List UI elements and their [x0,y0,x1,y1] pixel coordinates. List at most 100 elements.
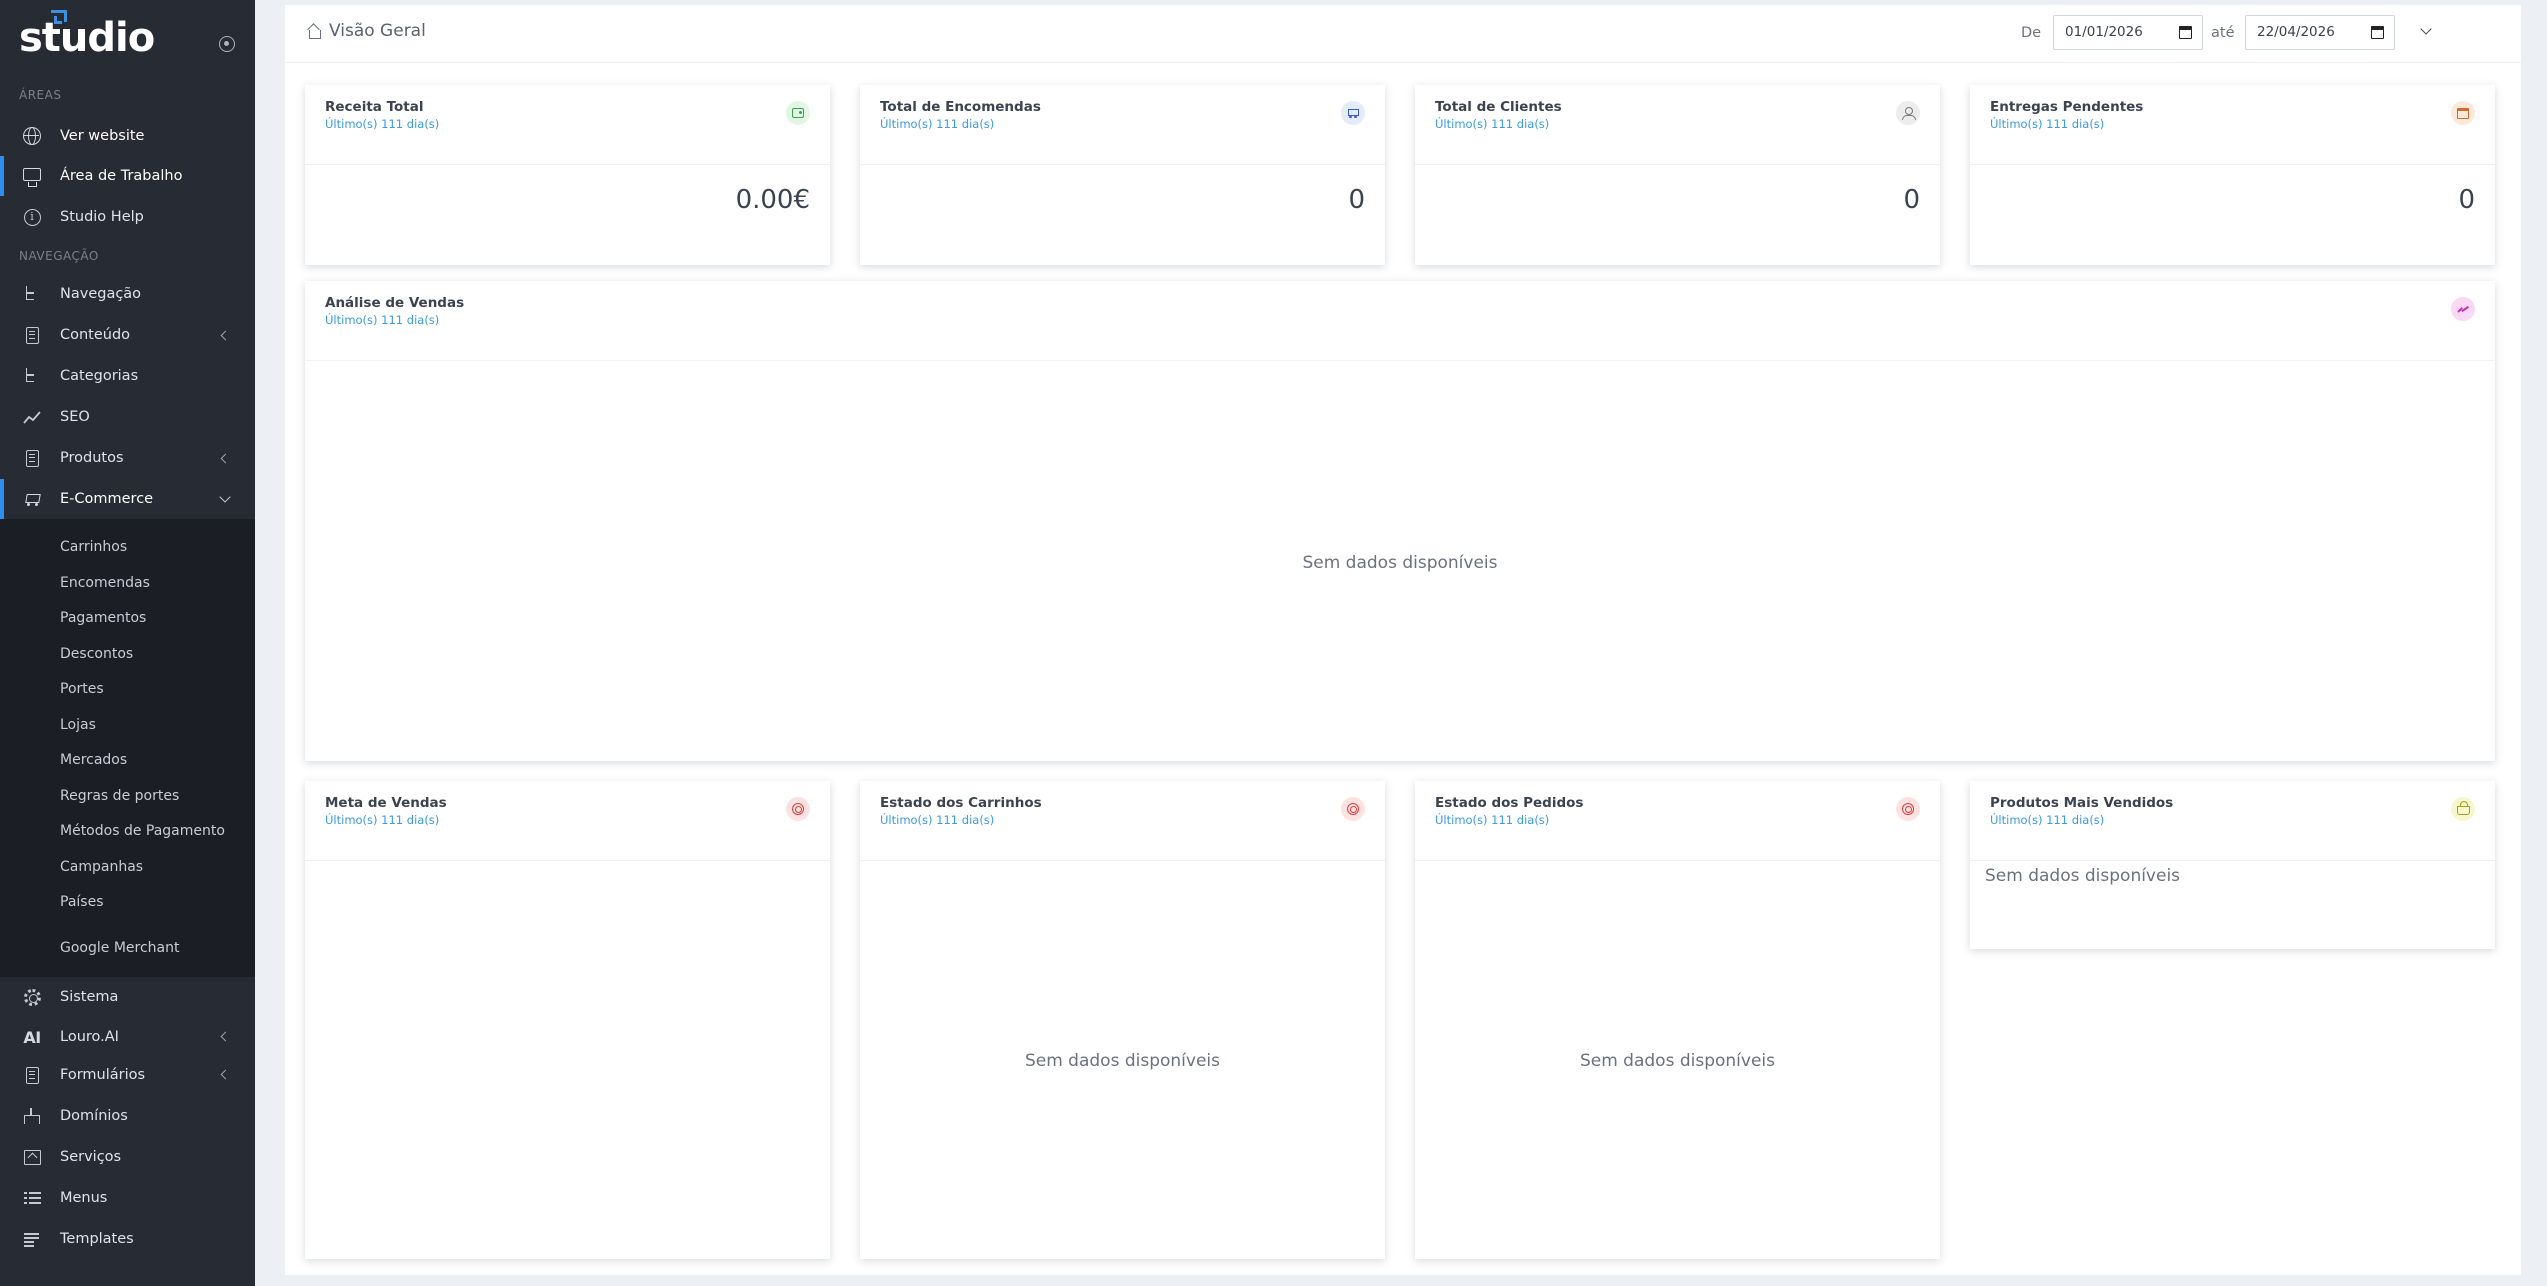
card-value: 0 [1348,185,1365,215]
stat-card-receita-total: Receita Total Último(s) 111 dia(s) 0.00€ [305,85,830,265]
card-period: Último(s) 111 dia(s) [325,813,440,827]
card-period: Último(s) 111 dia(s) [1435,813,1550,827]
document-icon [25,1066,39,1084]
studio-logo[interactable]: studio [19,8,159,64]
submenu-item-portes[interactable]: Portes [60,681,104,697]
card-period: Último(s) 111 dia(s) [880,813,995,827]
submenu-item-lojas[interactable]: Lojas [60,717,96,733]
stat-card-total-clientes: Total de Clientes Último(s) 111 dia(s) 0 [1415,85,1940,265]
card-period: Último(s) 111 dia(s) [1990,813,2105,827]
calendar-icon[interactable] [2179,26,2192,39]
tree-icon [24,368,40,384]
sidebar-item-label: Conteúdo [60,327,131,343]
sidebar-toggle-icon[interactable] [219,36,235,52]
submenu-item-descontos[interactable]: Descontos [60,646,133,662]
sidebar-item-servicos[interactable]: Serviços [0,1137,255,1177]
sidebar-item-templates[interactable]: Templates [0,1219,255,1259]
cart-icon [1341,101,1365,125]
card-title: Total de Clientes [1435,99,1562,115]
section-label-areas: ÁREAS [19,88,62,102]
sidebar-item-label: Formulários [60,1067,146,1083]
sidebar-item-dominios[interactable]: Domínios [0,1096,255,1136]
card-analise-vendas: Análise de Vendas Último(s) 111 dia(s) S… [305,281,2495,761]
submenu-item-pagamentos[interactable]: Pagamentos [60,610,146,626]
ai-icon: AI [23,1027,41,1047]
submenu-item-encomendas[interactable]: Encomendas [60,575,150,591]
sidebar-item-menus[interactable]: Menus [0,1178,255,1218]
page-title: Visão Geral [329,21,426,41]
card-title: Estado dos Pedidos [1435,795,1584,811]
sidebar-item-label: E-Commerce [60,491,154,507]
empty-state: Sem dados disponíveis [1024,1051,1221,1071]
sidebar-item-label: Serviços [60,1149,122,1165]
submenu-item-regras-de-portes[interactable]: Regras de portes [60,788,179,804]
to-date-label: até [2211,25,2235,41]
sidebar-item-formularios[interactable]: Formulários [0,1055,255,1095]
trend-icon [23,411,41,424]
submenu-item-mercados[interactable]: Mercados [60,752,127,768]
card-period: Último(s) 111 dia(s) [1435,117,1550,131]
empty-state: Sem dados disponíveis [1579,1051,1776,1071]
submenu-item-google-merchant[interactable]: Google Merchant [60,940,179,956]
empty-state: Sem dados disponíveis [1302,553,1498,573]
info-icon: i [23,208,41,226]
home-icon[interactable] [307,25,321,39]
card-value: 0 [2458,185,2475,215]
card-title: Meta de Vendas [325,795,447,811]
sidebar-item-produtos[interactable]: Produtos [0,438,255,478]
chevron-left-icon [219,453,229,463]
sidebar-item-label: Louro.AI [60,1029,119,1045]
chevron-down-icon[interactable] [2421,26,2431,36]
stat-card-total-encomendas: Total de Encomendas Último(s) 111 dia(s)… [860,85,1385,265]
service-icon [23,1149,41,1165]
card-estado-carrinhos: Estado dos Carrinhos Último(s) 111 dia(s… [860,781,1385,1259]
card-title: Entregas Pendentes [1990,99,2144,115]
sidebar-item-ver-website[interactable]: Ver website [0,116,255,156]
calendar-icon[interactable] [2371,26,2384,39]
sidebar-item-label: Ver website [60,128,145,144]
card-title: Análise de Vendas [325,295,465,311]
sidebar-item-label: Templates [60,1231,134,1247]
sidebar-item-ecommerce[interactable]: E-Commerce [0,479,255,519]
submenu-item-carrinhos[interactable]: Carrinhos [60,539,127,555]
submenu-item-metodos-de-pagamento[interactable]: Métodos de Pagamento [60,823,225,839]
sidebar-item-louro-ai[interactable]: AI Louro.AI [0,1017,255,1057]
card-produtos-mais-vendidos: Produtos Mais Vendidos Último(s) 111 dia… [1970,781,2495,949]
stat-card-entregas-pendentes: Entregas Pendentes Último(s) 111 dia(s) … [1970,85,2495,265]
topbar: Visão Geral De 01/01/2026 até 22/04/2026 [285,5,2521,63]
sidebar-item-conteudo[interactable]: Conteúdo [0,315,255,355]
align-left-icon [24,1232,40,1246]
card-period: Último(s) 111 dia(s) [325,313,440,327]
trend-icon [2451,297,2475,321]
sidebar-item-label: Menus [60,1190,108,1206]
chevron-left-icon [219,330,229,340]
submenu-item-paises[interactable]: Países [60,894,103,910]
card-period: Último(s) 111 dia(s) [325,117,440,131]
globe-icon [23,127,41,145]
sidebar-item-label: Domínios [60,1108,128,1124]
card-title: Produtos Mais Vendidos [1990,795,2174,811]
chevron-down-icon [219,493,229,503]
sidebar-item-label: Navegação [60,286,142,302]
section-label-navegacao: NAVEGAÇÃO [19,249,99,263]
sidebar-item-seo[interactable]: SEO [0,397,255,437]
to-date-input[interactable]: 22/04/2026 [2245,15,2395,50]
from-date-value: 01/01/2026 [2065,24,2143,40]
sidebar-item-navegacao[interactable]: Navegação [0,274,255,314]
document-icon [25,326,39,344]
cart-icon [23,491,41,507]
sidebar-item-label: Sistema [60,989,119,1005]
target-icon [786,797,810,821]
card-value: 0 [1903,185,1920,215]
from-date-input[interactable]: 01/01/2026 [2053,15,2203,50]
sidebar-item-categorias[interactable]: Categorias [0,356,255,396]
list-icon [23,1191,41,1205]
to-date-value: 22/04/2026 [2257,24,2335,40]
submenu-item-campanhas[interactable]: Campanhas [60,859,143,875]
sidebar-item-area-de-trabalho[interactable]: Área de Trabalho [0,156,255,196]
card-meta-vendas: Meta de Vendas Último(s) 111 dia(s) [305,781,830,1259]
sidebar-item-sistema[interactable]: Sistema [0,977,255,1017]
gear-icon [23,988,41,1006]
sidebar-item-studio-help[interactable]: i Studio Help [0,197,255,237]
sidebar-item-label: Categorias [60,368,139,384]
